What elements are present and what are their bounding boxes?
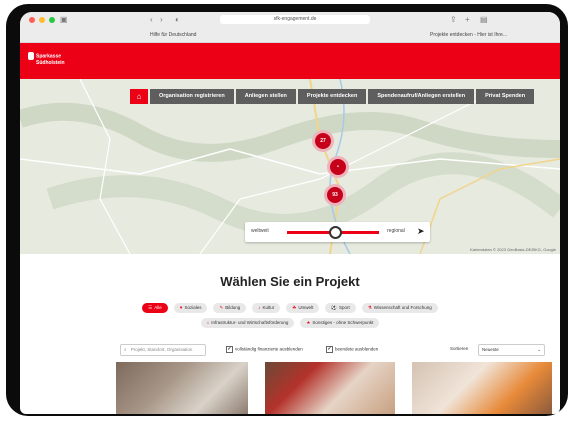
search-icon: ⌕ [124,347,127,352]
nav-anliegen-stellen[interactable]: Anliegen stellen [235,89,296,104]
sort-label: Sortieren [450,346,469,351]
nav-privat-spenden[interactable]: Privat Spenden [476,89,535,104]
category-icon: ♥ [179,305,183,310]
category-label: Infrastruktur- und Wirtschaftsförderung [211,320,289,325]
category-filter-row-2: ⌂ Infrastruktur- und Wirtschaftsförderung… [20,318,560,328]
category-chip-sport[interactable]: ⚽ Sport [325,303,356,313]
category-icon: ⚽ [331,305,337,310]
new-tab-icon[interactable]: + [465,15,470,24]
checkbox-financed-label: vollständig finanzierte ausblenden [235,346,303,352]
brand-line1: Sparkasse [36,53,62,60]
shield-icon[interactable]: ◐ [175,15,180,24]
category-label: Umwelt [298,305,314,310]
chevron-down-icon: ⌄ [537,347,541,352]
category-icon: ♪ [258,305,261,310]
sidebar-icon[interactable]: ▣ [60,15,68,24]
category-label: Sonstiges - ohne Schwerpunkt [312,320,374,325]
filter-bar: ⌕ Projekt, Standort, Organisation ✓ volls… [120,344,550,356]
sort-select[interactable]: Neueste ⌄ [478,344,545,356]
site-header: Sparkasse Südholstein [20,43,560,79]
nav-organisation-registrieren[interactable]: Organisation registrieren [150,89,234,104]
close-dot[interactable] [29,17,35,23]
category-chip-bildung[interactable]: ✎ Bildung [213,303,247,313]
sparkasse-logo-icon [28,52,34,60]
window-controls [29,17,55,23]
browser-chrome: ▣ ‹ › ◐ sfk-engagement.de ⇪ + ▤ Hilfe fü… [20,12,560,43]
map-marker[interactable]: 27 [312,130,334,152]
category-chip-kultur[interactable]: ♪ Kultur [252,303,281,313]
category-icon: ✎ [219,305,224,310]
category-icon: ⚗ [367,305,372,310]
category-icon: ☘ [292,305,297,310]
category-chip-wissenschaft-und-forschung[interactable]: ⚗ Wissenschaft und Forschung [361,303,438,313]
brand-logo[interactable]: Sparkasse Südholstein [28,52,65,66]
map-marker[interactable]: • [327,156,349,178]
category-chip-umwelt[interactable]: ☘ Umwelt [286,303,320,313]
project-card[interactable] [265,362,395,414]
back-icon[interactable]: ‹ [150,15,153,24]
category-label: Alle [154,305,162,310]
project-card[interactable] [412,362,552,414]
project-map[interactable]: ⌂ Organisation registrieren Anliegen ste… [20,79,560,254]
category-chip-infrastruktur-und-wirtschaftsförderung[interactable]: ⌂ Infrastruktur- und Wirtschaftsförderung [200,318,295,328]
checkbox-ended[interactable]: ✓ beendete ausblenden [326,346,378,353]
category-label: Bildung [225,305,241,310]
maximize-dot[interactable] [49,17,55,23]
radius-label-right: regional [387,228,405,234]
minimize-dot[interactable] [39,17,45,23]
forward-icon[interactable]: › [160,15,163,24]
main-navigation: ⌂ Organisation registrieren Anliegen ste… [130,89,535,104]
radius-slider-handle[interactable] [329,226,342,239]
address-bar[interactable]: sfk-engagement.de [220,15,370,24]
category-icon: ☰ [148,305,153,310]
search-placeholder: Projekt, Standort, Organisation [130,347,193,352]
radius-slider-panel: weltweit regional ➤ [245,222,430,242]
category-label: Wissenschaft und Forschung [373,305,432,310]
locate-icon[interactable]: ➤ [417,226,425,237]
category-chip-soziales[interactable]: ♥ Soziales [173,303,208,313]
nav-projekte-entdecken[interactable]: Projekte entdecken [297,89,367,104]
tab-left[interactable]: Hilfe für Deutschland [150,30,196,40]
checkbox-icon: ✓ [326,346,333,353]
project-card[interactable] [116,362,248,414]
radius-label-left: weltweit [251,228,269,234]
home-icon[interactable]: ⌂ [130,89,148,104]
nav-spendenaufruf[interactable]: Spendenaufruf/Anliegen erstellen [368,89,475,104]
checkbox-financed[interactable]: ✓ vollständig finanzierte ausblenden [226,346,303,353]
project-search-input[interactable]: ⌕ Projekt, Standort, Organisation [120,344,206,356]
tab-right[interactable]: Projekte entdecken - Hier ist Ihre... [430,30,507,40]
category-label: Kultur [262,305,275,310]
category-icon: ⌂ [206,320,210,325]
section-title: Wählen Sie ein Projekt [220,274,360,289]
checkbox-icon: ✓ [226,346,233,353]
tabs-overview-icon[interactable]: ▤ [480,15,488,24]
map-attribution: Kartendaten © 2023 GeoBasis-DE/BKG, Goog… [470,247,556,252]
device-frame: ▣ ‹ › ◐ sfk-engagement.de ⇪ + ▤ Hilfe fü… [6,4,568,416]
checkbox-ended-label: beendete ausblenden [335,346,379,352]
category-filter-row-1: ☰ Alle ♥ Soziales ✎ Bildung ♪ Kultur ☘ Umwelt ⚽ Spo… [20,303,560,313]
sort-value: Neueste [482,347,499,352]
category-chip-sonstiges-ohne-schwerpunkt[interactable]: ★ Sonstiges - ohne Schwerpunkt [300,318,380,328]
map-marker[interactable]: 93 [324,184,346,206]
browser-window: ▣ ‹ › ◐ sfk-engagement.de ⇪ + ▤ Hilfe fü… [20,12,560,414]
share-icon[interactable]: ⇪ [450,15,457,24]
category-icon: ★ [306,320,311,325]
category-chip-alle[interactable]: ☰ Alle [142,303,168,313]
brand-line2: Südholstein [36,60,65,66]
category-label: Sport [338,305,350,310]
category-label: Soziales [184,305,202,310]
